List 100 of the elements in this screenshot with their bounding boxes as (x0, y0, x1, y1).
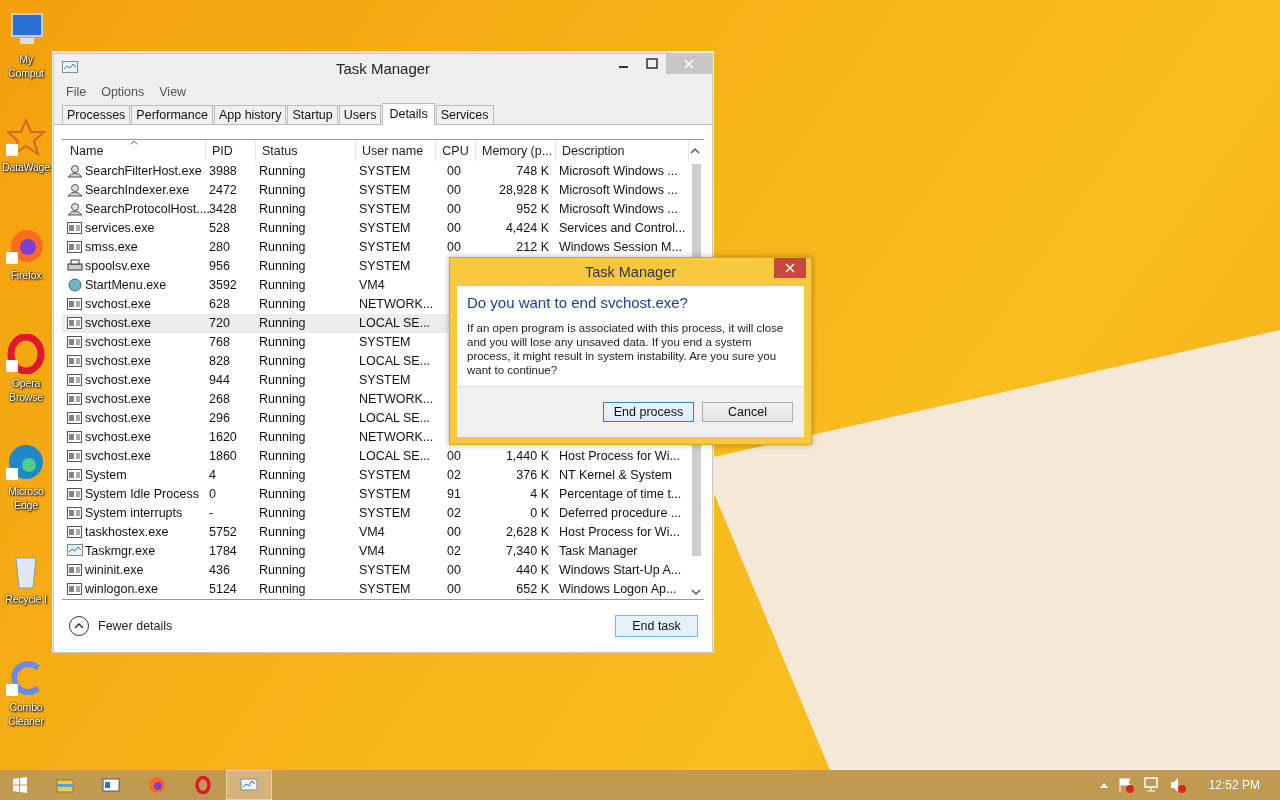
window-icon[interactable] (101, 776, 121, 794)
app-shortcut-icon[interactable] (6, 442, 46, 482)
chart-icon[interactable] (239, 776, 259, 794)
window-icon (67, 335, 83, 350)
tab[interactable]: Services (435, 104, 494, 124)
network-icon[interactable] (1142, 776, 1161, 794)
column-header[interactable]: PID (212, 143, 233, 158)
scroll-down-icon[interactable] (690, 586, 702, 597)
table-row[interactable]: Taskmgr.exe 1784 Running VM4 02 7,340 K Task Manager (62, 541, 689, 561)
table-cell: Running (259, 582, 306, 597)
end-process-button[interactable]: End process (603, 402, 694, 422)
table-cell: 00 (447, 221, 461, 236)
table-cell: 296 (209, 411, 230, 426)
window-icon (67, 297, 83, 312)
table-cell: svchost.exe (85, 430, 151, 445)
show-hidden-icons-caret[interactable] (1098, 781, 1109, 789)
table-cell: Microsoft Windows ... (559, 183, 678, 198)
table-cell: SYSTEM (359, 335, 411, 350)
table-cell: StartMenu.exe (85, 278, 167, 293)
tab[interactable]: Processes (62, 104, 131, 124)
tab[interactable]: App history (213, 104, 287, 124)
table-cell: Running (259, 468, 306, 483)
table-cell: Services and Control... (559, 221, 686, 236)
table-cell: svchost.exe (85, 316, 151, 331)
table-cell: 91 (447, 487, 461, 502)
table-cell: SYSTEM (359, 373, 411, 388)
table-cell: Host Process for Wi... (559, 525, 680, 540)
table-cell: SYSTEM (359, 259, 411, 274)
column-header[interactable]: Memory (p... (482, 143, 553, 158)
table-row[interactable]: taskhostex.exe 5752 Running VM4 00 2,628 K Host Process for Wi... (62, 522, 689, 542)
table-row[interactable]: wininit.exe 436 Running SYSTEM 00 440 K Windows Start-Up A... (62, 560, 689, 580)
chart-icon (67, 544, 83, 559)
table-cell: NT Kernel & System (559, 468, 672, 483)
table-cell: 628 (209, 297, 230, 312)
table-cell: 4,424 K (505, 221, 549, 236)
table-cell: 436 (209, 563, 230, 578)
scroll-up-icon[interactable] (689, 145, 701, 156)
column-header[interactable]: Description (562, 143, 625, 158)
table-cell: SYSTEM (359, 240, 411, 255)
close-icon[interactable] (774, 258, 806, 278)
tab[interactable]: Startup (287, 104, 338, 124)
table-cell: Running (259, 164, 306, 179)
fewer-details-link[interactable]: Fewer details (98, 618, 173, 633)
table-row[interactable]: svchost.exe 1860 Running LOCAL SE... 00 1,440 K Host Process for Wi... (62, 446, 689, 466)
tab[interactable]: Users (338, 104, 382, 124)
user-icon (67, 183, 83, 198)
table-cell: Running (259, 544, 306, 559)
table-cell: Running (259, 202, 306, 217)
table-row[interactable]: winlogon.exe 5124 Running SYSTEM 00 652 K Windows Logon Ap... (62, 579, 689, 599)
app-shortcut-icon[interactable] (6, 118, 46, 158)
table-cell: Running (259, 278, 306, 293)
window-icon (67, 563, 83, 578)
table-cell: VM4 (359, 544, 385, 559)
table-cell: 5124 (209, 582, 237, 597)
table-cell: Running (259, 430, 306, 445)
table-cell: 7,340 K (505, 544, 549, 559)
column-header[interactable]: Status (262, 143, 298, 158)
start-icon[interactable] (12, 777, 28, 793)
window-icon (67, 221, 83, 236)
collapse-icon[interactable] (68, 614, 90, 637)
table-row[interactable]: smss.exe 280 Running SYSTEM 00 212 K Windows Session M... (62, 237, 689, 257)
table-cell: 00 (447, 582, 461, 597)
table-cell: Microsoft Windows ... (559, 202, 678, 217)
table-row[interactable]: SearchFilterHost.exe 3988 Running SYSTEM 00 748 K Microsoft Windows ... (62, 161, 689, 181)
table-row[interactable]: svchost.exe 1620 Running NETWORK... (62, 427, 689, 447)
menu-item[interactable]: File (66, 84, 87, 99)
table-cell: 376 K (516, 468, 549, 483)
column-header[interactable]: User name (362, 143, 424, 158)
window-icon (67, 316, 83, 331)
app-shortcut-icon[interactable] (6, 334, 46, 374)
folder-icon[interactable] (55, 776, 75, 794)
tab[interactable]: Details (382, 102, 435, 125)
muted-speaker-icon[interactable] (1168, 776, 1187, 794)
column-header[interactable]: Name (70, 143, 104, 158)
app-icon[interactable] (147, 776, 167, 794)
table-row[interactable]: SearchProtocolHost....3428 Running SYSTEM 00 952 K Microsoft Windows ... (62, 199, 689, 219)
table-cell: LOCAL SE... (359, 449, 431, 464)
chart-icon (62, 61, 78, 76)
table-cell: LOCAL SE... (359, 354, 431, 369)
table-cell: 4 (209, 468, 216, 483)
end-task-button[interactable]: End task (615, 614, 698, 637)
table-row[interactable]: System Idle Process 0 Running SYSTEM 91 4 K Percentage of time t... (62, 484, 689, 504)
menu-item[interactable]: View (159, 84, 187, 99)
table-cell: 02 (447, 544, 461, 559)
table-cell: Running (259, 373, 306, 388)
flag-icon[interactable] (1116, 776, 1135, 794)
column-header[interactable]: CPU (442, 143, 469, 158)
table-cell: taskhostex.exe (85, 525, 169, 540)
table-cell: 2472 (209, 183, 237, 198)
table-cell: Deferred procedure ... (559, 506, 682, 521)
table-cell: System interrupts (85, 506, 183, 521)
cancel-button[interactable]: Cancel (702, 402, 793, 422)
table-row[interactable]: services.exe 528 Running SYSTEM 00 4,424 K Services and Control... (62, 218, 689, 238)
dialog-question: Do you want to end svchost.exe? (467, 294, 689, 311)
table-row[interactable]: SearchIndexer.exe 2472 Running SYSTEM 00 28,928 K Microsoft Windows ... (62, 180, 689, 200)
table-row[interactable]: System interrupts - Running SYSTEM 02 0 K Deferred procedure ... (62, 503, 689, 523)
tab[interactable]: Performance (131, 104, 213, 124)
menu-item[interactable]: Options (101, 84, 145, 99)
table-row[interactable]: System 4 Running SYSTEM 02 376 K NT Kernel & System (62, 465, 689, 485)
table-cell: Taskmgr.exe (85, 544, 156, 559)
